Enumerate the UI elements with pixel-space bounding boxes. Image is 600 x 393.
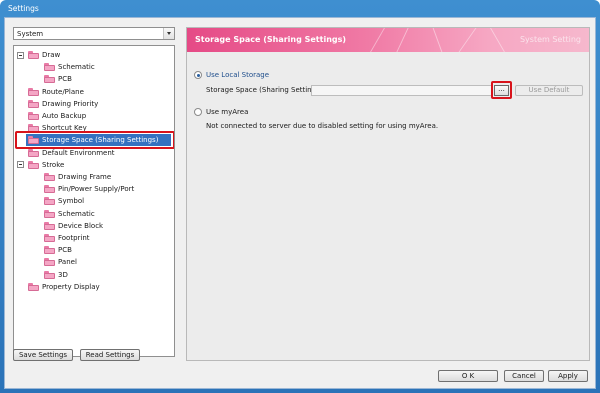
tree-item-label: Pin/Power Supply/Port xyxy=(58,185,135,194)
folder-icon xyxy=(28,148,39,157)
save-settings-button[interactable]: Save Settings xyxy=(13,349,73,361)
panel-subtitle: System Setting xyxy=(519,35,581,44)
tree-item[interactable]: Auto Backup xyxy=(28,110,168,122)
read-settings-button[interactable]: Read Settings xyxy=(80,349,140,361)
tree-item[interactable]: Footprint xyxy=(44,232,174,244)
category-select-value: System xyxy=(17,30,44,38)
tree-item[interactable]: Device Block xyxy=(44,220,174,232)
category-select[interactable]: System xyxy=(13,27,175,40)
folder-icon xyxy=(28,112,39,120)
folder-icon xyxy=(44,258,55,267)
use-local-storage-label[interactable]: Use Local Storage xyxy=(206,71,269,79)
tree-collapse-toggle[interactable] xyxy=(17,51,24,59)
tree-item-label: 3D xyxy=(58,270,68,279)
title-bar[interactable]: Settings xyxy=(0,0,600,17)
folder-icon xyxy=(44,270,55,279)
folder-icon xyxy=(44,173,55,181)
window-title: Settings xyxy=(8,4,39,13)
folder-icon xyxy=(28,87,39,96)
tree-item[interactable]: Drawing Frame xyxy=(44,171,174,183)
settings-window: Settings System Draw Schematic PCB Route/Pl… xyxy=(0,0,600,393)
folder-icon xyxy=(44,197,55,206)
folder-icon xyxy=(44,75,55,84)
tree-item[interactable]: 3D xyxy=(44,269,174,281)
folder-icon xyxy=(28,99,39,108)
tree-item[interactable]: Pin/Power Supply/Port xyxy=(44,183,174,195)
tree-item-label: Drawing Frame xyxy=(58,173,112,181)
storage-space-field[interactable] xyxy=(311,85,492,96)
use-myarea-label[interactable]: Use myArea xyxy=(206,108,248,116)
folder-icon xyxy=(44,221,55,230)
tree-item-label: Drawing Priority xyxy=(42,99,99,108)
tree-item-label: Route/Plane xyxy=(42,87,84,96)
tree-item[interactable]: Schematic xyxy=(44,208,174,220)
settings-tree[interactable]: Draw Schematic PCB Route/Plane Drawing Prior… xyxy=(13,45,175,357)
dialog-body: System Draw Schematic PCB Route/Plane Drawin… xyxy=(4,17,596,389)
folder-icon xyxy=(44,234,55,242)
tree-item-label: Panel xyxy=(58,258,77,267)
tree-item[interactable]: PCB xyxy=(44,73,174,85)
tree-item[interactable]: Draw xyxy=(28,49,168,61)
tree-item[interactable]: Route/Plane xyxy=(28,86,168,98)
tree-item-label: Footprint xyxy=(58,234,90,242)
chevron-down-icon[interactable] xyxy=(163,28,174,39)
cancel-button[interactable]: Cancel xyxy=(504,370,544,382)
tree-item-label: Draw xyxy=(42,51,61,59)
tree-item[interactable]: Stroke xyxy=(28,159,168,171)
tree-item-label: Auto Backup xyxy=(42,112,87,120)
panel-banner: Storage Space (Sharing Settings) System … xyxy=(187,28,589,52)
ok-button[interactable]: O K xyxy=(438,370,498,382)
tree-item[interactable]: Property Display xyxy=(28,281,168,293)
folder-icon xyxy=(44,246,55,255)
tree-item-label: Schematic xyxy=(58,63,95,72)
tree-item-label: Device Block xyxy=(58,221,104,230)
tree-item-label: PCB xyxy=(58,75,72,84)
use-default-button[interactable]: Use Default xyxy=(515,85,583,96)
storage-space-label: Storage Space (Sharing Settings) xyxy=(206,86,323,94)
myarea-status-note: Not connected to server due to disabled … xyxy=(206,122,439,130)
tree-item-label: Schematic xyxy=(58,209,95,218)
folder-icon xyxy=(28,282,39,291)
tree-item-label: Property Display xyxy=(42,282,100,291)
tree-item-label: Stroke xyxy=(42,160,65,169)
tree-item-label: Default Environment xyxy=(42,148,115,157)
tree-item[interactable]: Drawing Priority xyxy=(28,98,168,110)
tree-item[interactable]: Symbol xyxy=(44,195,174,207)
folder-icon xyxy=(28,51,39,59)
tree-item-label: Symbol xyxy=(58,197,85,206)
tree-collapse-toggle[interactable] xyxy=(17,161,24,169)
panel-title: Storage Space (Sharing Settings) xyxy=(195,35,347,44)
use-local-storage-radio[interactable] xyxy=(194,71,202,79)
folder-icon xyxy=(28,160,39,169)
folder-icon xyxy=(44,185,55,194)
browse-button[interactable]: ... xyxy=(494,85,509,96)
tree-item[interactable]: Panel xyxy=(44,256,174,268)
tree-item-label: PCB xyxy=(58,246,72,255)
folder-icon xyxy=(44,209,55,218)
tree-item[interactable]: Schematic xyxy=(44,61,174,73)
apply-button[interactable]: Apply xyxy=(548,370,588,382)
tree-item[interactable]: Default Environment xyxy=(28,147,168,159)
use-myarea-radio[interactable] xyxy=(194,108,202,116)
settings-panel: Storage Space (Sharing Settings) System … xyxy=(186,27,590,361)
folder-icon xyxy=(44,63,55,72)
tree-item[interactable]: PCB xyxy=(44,244,174,256)
